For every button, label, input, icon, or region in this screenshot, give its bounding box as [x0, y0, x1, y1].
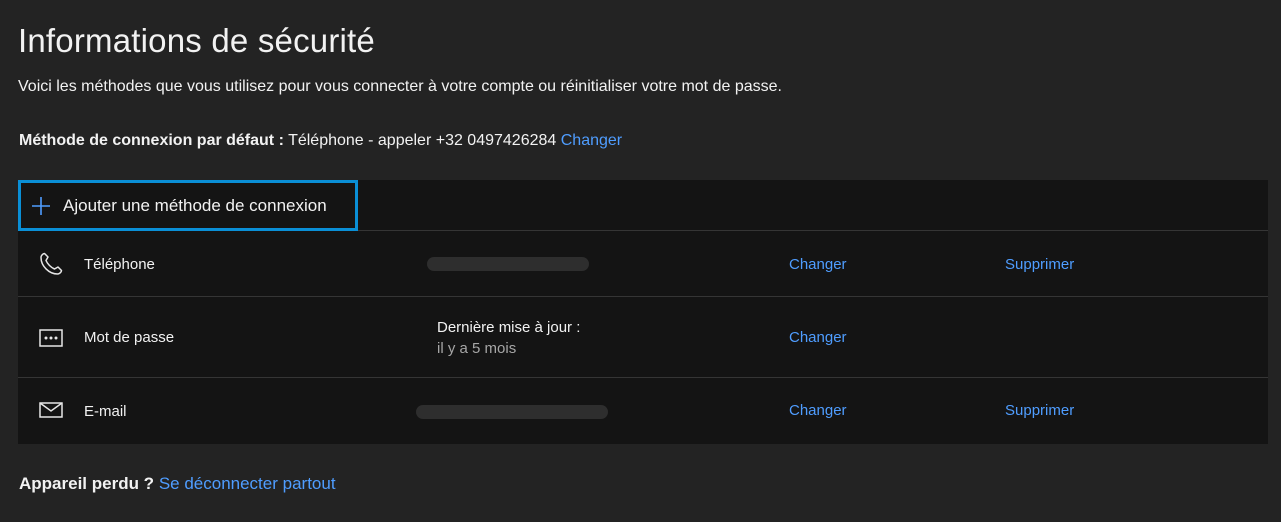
- redacted-email-value: [416, 405, 608, 419]
- method-row-password: Mot de passe Dernière mise à jour : il y…: [18, 297, 1268, 378]
- plus-icon: [32, 196, 50, 215]
- email-delete-link[interactable]: Supprimer: [1005, 402, 1074, 419]
- phone-icon: [40, 252, 63, 275]
- add-method-label: Ajouter une méthode de connexion: [63, 195, 327, 215]
- method-row-email: E-mail Changer Supprimer: [18, 378, 1268, 444]
- phone-delete-link[interactable]: Supprimer: [1005, 256, 1074, 273]
- sign-out-everywhere-link[interactable]: Se déconnecter partout: [159, 474, 336, 493]
- default-method-value: Téléphone - appeler +32 0497426284: [288, 132, 557, 149]
- lost-device-label: Appareil perdu ?: [19, 474, 155, 493]
- add-method-row: Ajouter une méthode de connexion: [18, 180, 1268, 231]
- lost-device: Appareil perdu ? Se déconnecter partout: [19, 474, 336, 494]
- phone-change-link[interactable]: Changer: [789, 256, 847, 273]
- method-name-email: E-mail: [84, 403, 127, 420]
- default-method-change-link[interactable]: Changer: [561, 132, 622, 149]
- default-method: Méthode de connexion par défaut : Téléph…: [19, 132, 622, 150]
- default-method-label: Méthode de connexion par défaut :: [19, 132, 284, 149]
- methods-panel: Ajouter une méthode de connexion Télépho…: [18, 180, 1268, 444]
- email-change-link[interactable]: Changer: [789, 402, 847, 419]
- page-title: Informations de sécurité: [18, 22, 375, 59]
- redacted-phone-value: [427, 257, 589, 271]
- password-last-updated-value: il y a 5 mois: [437, 340, 517, 357]
- password-last-updated-label: Dernière mise à jour :: [437, 319, 581, 336]
- mail-icon: [39, 402, 63, 418]
- page-description: Voici les méthodes que vous utilisez pou…: [18, 78, 782, 95]
- method-name-phone: Téléphone: [84, 256, 155, 273]
- add-method-button[interactable]: Ajouter une méthode de connexion: [18, 180, 358, 231]
- password-icon: [39, 329, 63, 347]
- method-name-password: Mot de passe: [84, 329, 175, 346]
- method-row-phone: Téléphone Changer Supprimer: [18, 231, 1268, 297]
- password-change-link[interactable]: Changer: [789, 329, 847, 346]
